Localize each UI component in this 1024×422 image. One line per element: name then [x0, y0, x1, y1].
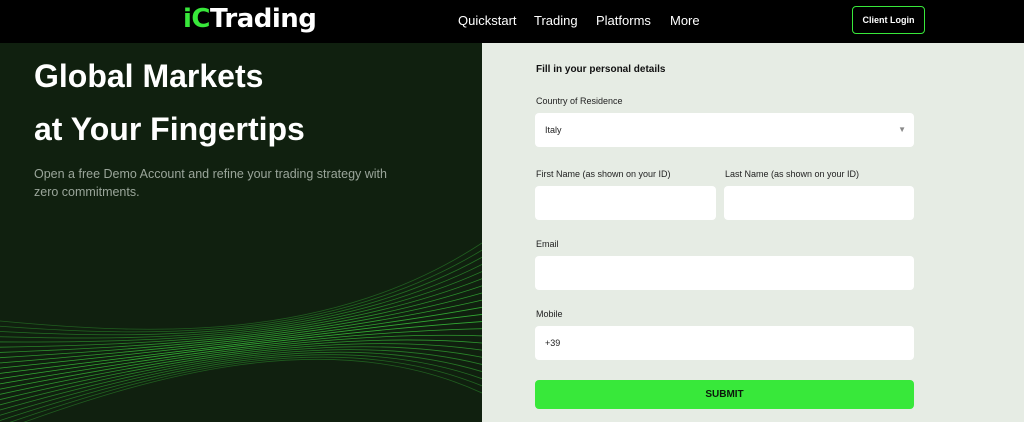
nav-quickstart[interactable]: Quickstart: [458, 13, 517, 28]
signup-form-panel: Fill in your personal details Country of…: [482, 43, 1024, 422]
country-selected-value: Italy: [545, 125, 562, 135]
form-title: Fill in your personal details: [536, 64, 666, 75]
last-name-field[interactable]: [724, 186, 914, 220]
hero-title-line2: at Your Fingertips: [34, 111, 305, 147]
country-select[interactable]: Italy ▼: [535, 113, 914, 147]
chevron-down-icon: ▼: [898, 125, 906, 134]
first-name-field[interactable]: [535, 186, 716, 220]
last-name-label: Last Name (as shown on your ID): [725, 169, 860, 179]
mobile-value: +39: [545, 338, 561, 348]
mobile-label: Mobile: [536, 309, 563, 319]
email-field[interactable]: [535, 256, 914, 290]
green-wave-lines-graphic: [0, 242, 482, 422]
hero-subtitle: Open a free Demo Account and refine your…: [34, 167, 387, 199]
nav-trading[interactable]: Trading: [534, 13, 578, 28]
hero-section: Global Markets at Your Fingertips Open a…: [0, 43, 482, 422]
email-label: Email: [536, 239, 559, 249]
hero-title-line1: Global Markets: [34, 58, 264, 94]
client-login-button[interactable]: Client Login: [852, 6, 925, 34]
top-nav-bar: iCTrading Quickstart Trading Platforms M…: [0, 0, 1024, 43]
mobile-field[interactable]: +39: [535, 326, 914, 360]
country-label: Country of Residence: [536, 96, 623, 106]
nav-more[interactable]: More: [670, 13, 700, 28]
ictrading-logo[interactable]: iCTrading: [183, 3, 317, 35]
logo-trading: Trading: [210, 4, 317, 34]
submit-button[interactable]: SUBMIT: [535, 380, 914, 409]
logo-ic: iC: [183, 4, 211, 34]
first-name-label: First Name (as shown on your ID): [536, 169, 671, 179]
nav-platforms[interactable]: Platforms: [596, 13, 651, 28]
